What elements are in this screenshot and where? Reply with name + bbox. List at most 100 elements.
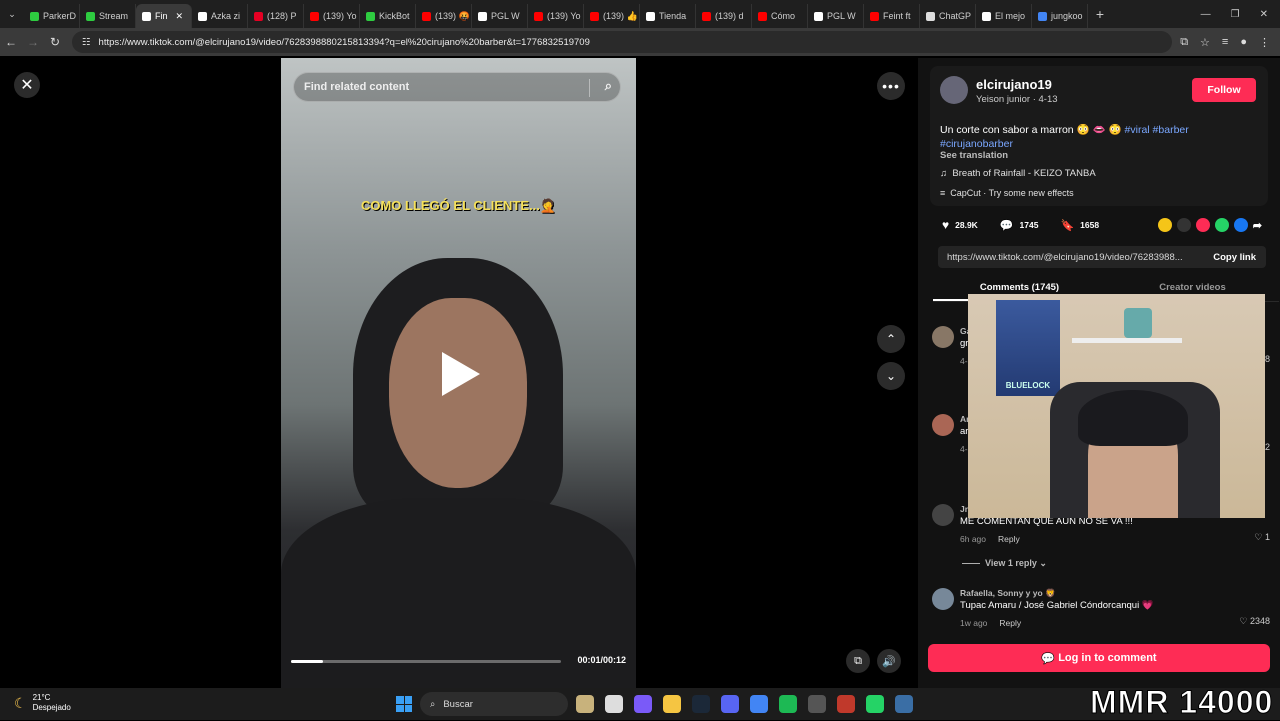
- browser-tab[interactable]: (139) 🤬: [416, 4, 472, 28]
- browser-tab[interactable]: PGL W: [808, 4, 864, 28]
- tab-search-dropdown-icon[interactable]: ⌄: [0, 0, 24, 28]
- login-to-comment-button[interactable]: 💬 Log in to comment: [928, 644, 1270, 672]
- comment-like-count[interactable]: ♡ 1: [1254, 532, 1270, 543]
- browser-tab[interactable]: Azka zi: [192, 4, 248, 28]
- discord-icon[interactable]: [721, 695, 739, 713]
- browser-tab[interactable]: El mejo: [976, 4, 1032, 28]
- play-icon[interactable]: [442, 352, 480, 396]
- hashtag-links[interactable]: #viral #barber: [1125, 124, 1189, 136]
- floating-player-icon[interactable]: ⧉: [846, 649, 870, 673]
- volume-icon[interactable]: 🔊: [877, 649, 901, 673]
- whatsapp-icon[interactable]: [1214, 218, 1229, 232]
- task-view-icon[interactable]: [605, 695, 623, 713]
- like-stat[interactable]: ♥ 28.9K: [942, 218, 978, 232]
- comment-count: 1745: [1019, 220, 1039, 230]
- steam-icon[interactable]: [692, 695, 710, 713]
- browser-tab[interactable]: KickBot: [360, 4, 416, 28]
- video-player[interactable]: Find related content ⌕ COMO LLEGÓ EL CLI…: [281, 58, 636, 688]
- taskbar-search[interactable]: ⌕ Buscar: [420, 692, 568, 716]
- app-icon[interactable]: [837, 695, 855, 713]
- commenter-name[interactable]: Jr: [960, 504, 968, 514]
- browser-tab[interactable]: jungkoo: [1032, 4, 1088, 28]
- see-translation-link[interactable]: See translation: [940, 150, 1008, 161]
- browser-tab[interactable]: Tienda: [640, 4, 696, 28]
- reply-button[interactable]: Reply: [998, 534, 1020, 544]
- weather-widget[interactable]: ☾ 21°C Despejado: [14, 693, 71, 713]
- site-info-icon[interactable]: ☷: [82, 37, 91, 48]
- profile-icon[interactable]: ●: [1240, 36, 1247, 49]
- view-replies-link[interactable]: —— View 1 reply ⌄: [962, 558, 1047, 569]
- commenter-avatar[interactable]: [932, 326, 954, 348]
- install-app-icon[interactable]: ⧉: [1180, 36, 1188, 49]
- commenter-avatar[interactable]: [932, 504, 954, 526]
- commenter-avatar[interactable]: [932, 414, 954, 436]
- video-progress-bar[interactable]: [291, 660, 561, 663]
- follow-button[interactable]: Follow: [1192, 78, 1256, 102]
- share-arrow-icon[interactable]: ➦: [1253, 219, 1262, 232]
- whatsapp-icon[interactable]: [866, 695, 884, 713]
- author-avatar[interactable]: [940, 76, 968, 104]
- facebook-icon[interactable]: [1233, 218, 1248, 232]
- close-video-button[interactable]: ✕: [14, 72, 40, 98]
- browser-tab[interactable]: (139) Yo: [304, 4, 360, 28]
- browser-tab[interactable]: PGL W: [472, 4, 528, 28]
- spotify-icon[interactable]: [779, 695, 797, 713]
- browser-tab[interactable]: (139) d: [696, 4, 752, 28]
- new-tab-button[interactable]: +: [1088, 6, 1112, 22]
- moon-icon: ☾: [14, 694, 27, 711]
- browser-tab[interactable]: Cómo: [752, 4, 808, 28]
- tab-close-icon[interactable]: ✕: [176, 11, 184, 22]
- chrome-icon[interactable]: [750, 695, 768, 713]
- effect-link[interactable]: ≡ CapCut · Try some new effects: [940, 188, 1074, 198]
- comment-like-count[interactable]: 8: [1265, 354, 1270, 364]
- browser-tab[interactable]: Feint ft: [864, 4, 920, 28]
- widgets-icon[interactable]: [576, 695, 594, 713]
- tab-favicon-icon: [142, 11, 151, 21]
- music-link[interactable]: ♫ Breath of Rainfall - KEIZO TANBA: [940, 168, 1096, 179]
- browser-tab[interactable]: ChatGP: [920, 4, 976, 28]
- maximize-icon[interactable]: ❐: [1231, 9, 1240, 20]
- copy-link-button[interactable]: Copy link: [1213, 252, 1266, 263]
- friends-share-icon[interactable]: [1157, 218, 1172, 232]
- reload-icon[interactable]: ↻: [44, 35, 66, 49]
- browser-tab[interactable]: Stream: [80, 4, 136, 28]
- find-related-search[interactable]: Find related content ⌕: [293, 72, 621, 102]
- tab-label: Fin: [155, 11, 168, 21]
- save-stat[interactable]: 🔖 1658: [1060, 219, 1099, 232]
- browser-tab[interactable]: ParkerD: [24, 4, 80, 28]
- bookmark-star-icon[interactable]: ☆: [1200, 36, 1210, 49]
- copilot-icon[interactable]: [634, 695, 652, 713]
- reply-button[interactable]: Reply: [999, 618, 1021, 628]
- browser-tab[interactable]: (128) P: [248, 4, 304, 28]
- next-video-button[interactable]: ⌄: [877, 362, 905, 390]
- windows-start-icon[interactable]: [396, 696, 412, 712]
- commenter-avatar[interactable]: [932, 588, 954, 610]
- hashtag-link-cirujanobarber[interactable]: #cirujanobarber: [940, 138, 1013, 150]
- more-options-button[interactable]: •••: [877, 72, 905, 100]
- send-icon[interactable]: [1195, 218, 1210, 232]
- tab-label: Feint ft: [883, 11, 911, 21]
- browser-tab[interactable]: Fin ✕: [136, 4, 192, 28]
- minimize-icon[interactable]: —: [1201, 9, 1211, 20]
- comment-stat[interactable]: 💬 1745: [1000, 219, 1039, 232]
- browser-menu-icon[interactable]: ⋮: [1259, 36, 1270, 49]
- commenter-name[interactable]: Rafaella, Sonny y yo 🦁: [960, 588, 1056, 599]
- window-close-icon[interactable]: ✕: [1260, 9, 1268, 20]
- author-username[interactable]: elcirujano19: [976, 77, 1052, 92]
- previous-video-button[interactable]: ⌃: [877, 325, 905, 353]
- back-icon[interactable]: ←: [0, 35, 22, 49]
- browser-tab[interactable]: (139) 👍: [584, 4, 640, 28]
- embed-icon[interactable]: [1176, 218, 1191, 232]
- calculator-icon[interactable]: [895, 695, 913, 713]
- comment-like-count[interactable]: 2: [1265, 442, 1270, 452]
- file-explorer-icon[interactable]: [663, 695, 681, 713]
- search-icon[interactable]: ⌕: [605, 78, 612, 94]
- browser-tab[interactable]: (139) Yo: [528, 4, 584, 28]
- comment-like-count[interactable]: ♡ 2348: [1239, 616, 1270, 627]
- anime-poster: BLUELOCK: [996, 300, 1060, 396]
- browser-tab-strip: ⌄ ParkerD Stream Fin ✕ Azka zi (128) P (139) Y…: [0, 0, 1280, 28]
- settings-icon[interactable]: [808, 695, 826, 713]
- url-field[interactable]: ☷ https://www.tiktok.com/@elcirujano19/v…: [72, 31, 1173, 53]
- media-control-icon[interactable]: ≡: [1222, 36, 1228, 49]
- forward-icon[interactable]: →: [22, 35, 44, 49]
